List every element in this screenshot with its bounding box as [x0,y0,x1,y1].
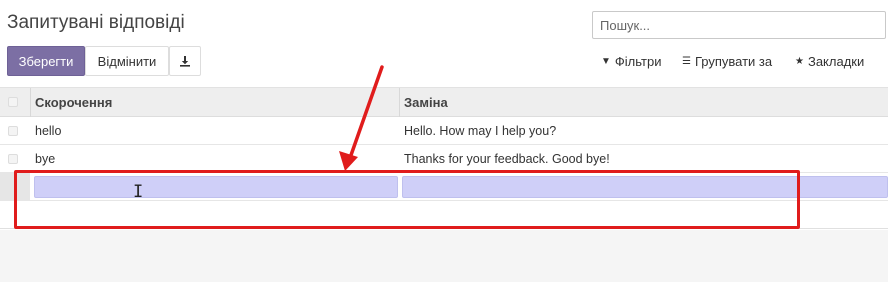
cell-shortcut[interactable]: hello [35,124,61,138]
filters-label: Фільтри [614,54,662,69]
list-icon: ☰ [682,56,691,67]
group-by-dropdown[interactable]: ☰ Групувати за [682,54,772,69]
substitution-edit-field[interactable] [402,176,888,198]
row-gutter [0,173,30,201]
page-title: Запитувані відповіді [7,12,185,33]
list-table: Скорочення Заміна hello Hello. How may I… [0,88,888,230]
download-button[interactable] [169,46,201,76]
table-row[interactable]: bye Thanks for your feedback. Good bye! [0,145,888,173]
row-checkbox[interactable] [8,126,18,136]
table-header: Скорочення Заміна [0,88,888,117]
discard-button[interactable]: Відмінити [85,46,169,76]
new-editable-row[interactable]: I [0,173,888,202]
empty-row [0,201,888,229]
filter-icon: ▼ [601,56,611,67]
filters-dropdown[interactable]: ▼ Фільтри [601,54,661,69]
group-by-label: Групувати за [694,54,773,69]
column-header-substitution[interactable]: Заміна [404,95,448,110]
star-icon: ★ [795,56,804,67]
table-row[interactable]: hello Hello. How may I help you? [0,117,888,145]
cell-substitution[interactable]: Hello. How may I help you? [404,124,556,138]
shortcut-edit-field[interactable]: I [34,176,398,202]
save-button[interactable]: Зберегти [7,46,85,76]
favorites-dropdown[interactable]: ★ Закладки [795,54,864,69]
select-all-checkbox[interactable] [8,97,18,107]
favorites-label: Закладки [807,54,865,69]
column-separator [399,88,400,117]
download-icon [180,56,190,67]
cell-shortcut[interactable]: bye [35,152,55,166]
control-panel: Запитувані відповіді Зберегти Відмінити … [0,0,888,88]
column-header-shortcut[interactable]: Скорочення [35,95,112,110]
cell-substitution[interactable]: Thanks for your feedback. Good bye! [404,152,610,166]
row-checkbox[interactable] [8,154,18,164]
text-cursor-icon: I [133,182,144,202]
column-separator [30,88,31,117]
search-input[interactable] [592,11,886,39]
